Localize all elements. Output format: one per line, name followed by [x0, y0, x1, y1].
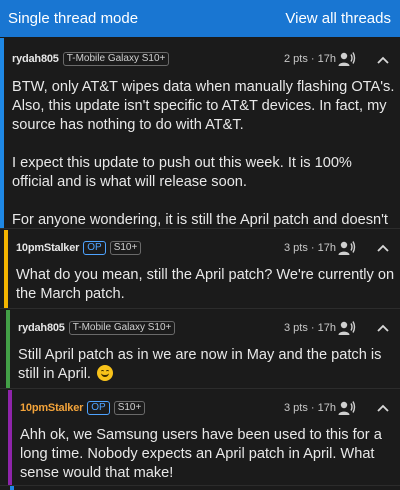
chevron-up-icon[interactable] — [376, 323, 390, 333]
user-flair: S10+ — [109, 241, 142, 255]
text-to-speech-icon[interactable] — [338, 51, 356, 67]
comment-author[interactable]: 10pmStalker — [16, 242, 79, 254]
comment-body: Still April patch as in we are now in Ma… — [18, 346, 394, 384]
comment-score-time: 2 pts · 17h — [284, 53, 336, 65]
chevron-up-icon[interactable] — [376, 55, 390, 65]
next-comment-edge — [0, 486, 400, 490]
comment: 10pmStalker OP S10+ 3 pts · 17h Ahh ok, … — [0, 390, 400, 486]
comment-author[interactable]: 10pmStalker — [20, 402, 83, 414]
chevron-up-icon[interactable] — [376, 403, 390, 413]
text-to-speech-icon[interactable] — [338, 320, 356, 336]
comment-score-time: 3 pts · 17h — [284, 322, 336, 334]
chevron-up-icon[interactable] — [376, 243, 390, 253]
user-flair: T-Mobile Galaxy S10+ — [62, 52, 170, 66]
comment-paragraph: I expect this update to push out this we… — [12, 155, 352, 190]
comment-body: BTW, only AT&T wipes data when manually … — [12, 78, 396, 249]
view-all-threads-button[interactable]: View all threads — [285, 10, 391, 27]
text-to-speech-icon[interactable] — [338, 240, 356, 256]
thread-mode-bar: Single thread mode View all threads — [0, 0, 400, 37]
op-badge: OP — [83, 241, 106, 255]
comment-author[interactable]: rydah805 — [18, 322, 65, 334]
smiling-face-emoji — [97, 365, 114, 381]
comment-text: Still April patch as in we are now in Ma… — [18, 347, 382, 382]
comment-author[interactable]: rydah805 — [12, 53, 59, 65]
comment-paragraph: Ahh ok, we Samsung users have been used … — [20, 427, 382, 481]
comment: rydah805 T-Mobile Galaxy S10+ 2 pts · 17… — [0, 38, 400, 247]
comment-paragraph: BTW, only AT&T wipes data when manually … — [12, 79, 395, 133]
comment-paragraph: What do you mean, still the April patch?… — [16, 267, 395, 302]
user-flair: T-Mobile Galaxy S10+ — [68, 321, 176, 335]
comment: 10pmStalker OP S10+ 3 pts · 17h What do … — [0, 230, 400, 309]
comment-score-time: 3 pts · 17h — [284, 402, 336, 414]
comment-body: What do you mean, still the April patch?… — [16, 266, 396, 304]
comment-body: Ahh ok, we Samsung users have been used … — [20, 426, 394, 483]
op-badge: OP — [87, 401, 110, 415]
single-thread-mode-label: Single thread mode — [8, 10, 139, 27]
comment: rydah805 T-Mobile Galaxy S10+ 3 pts · 17… — [0, 310, 400, 389]
comment-score-time: 3 pts · 17h — [284, 242, 336, 254]
comment-paragraph: Still April patch as in we are now in Ma… — [18, 346, 394, 384]
user-flair: S10+ — [113, 401, 146, 415]
text-to-speech-icon[interactable] — [338, 400, 356, 416]
